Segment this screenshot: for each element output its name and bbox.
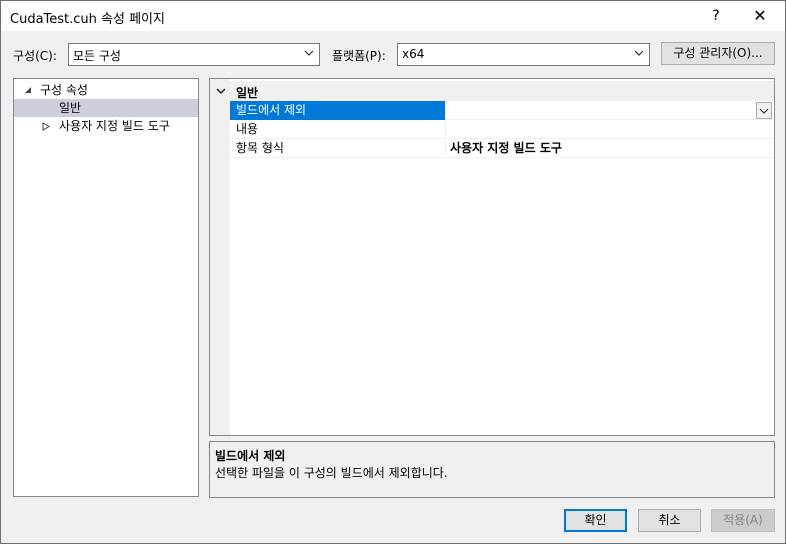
close-button[interactable]: ✕ <box>739 1 781 31</box>
property-tree: 구성 속성 일반 사용자 지정 빌드 도구 <box>13 78 199 497</box>
property-value[interactable]: 사용자 지정 빌드 도구 <box>446 139 774 158</box>
description-text: 선택한 파일을 이 구성의 빌드에서 제외합니다. <box>215 466 448 480</box>
property-grid: 일반 빌드에서 제외 내용 항목 형식 사용자 지정 빌드 도구 <box>209 78 775 436</box>
window-title: CudaTest.cuh 속성 페이지 <box>10 12 165 27</box>
tree-item-label: 구성 속성 <box>40 83 88 97</box>
grid-category-general[interactable]: 일반 <box>210 81 774 101</box>
property-name[interactable]: 내용 <box>230 120 446 139</box>
property-row-content[interactable]: 내용 <box>230 120 774 139</box>
property-value-dropdown[interactable] <box>446 101 774 120</box>
grid-gutter <box>210 79 230 435</box>
dropdown-button[interactable] <box>756 102 772 119</box>
tree-item-config-properties[interactable]: 구성 속성 <box>14 81 198 99</box>
tree-item-custom-build-tool[interactable]: 사용자 지정 빌드 도구 <box>14 117 198 135</box>
collapsed-triangle-icon[interactable] <box>42 122 50 131</box>
property-pages-dialog: CudaTest.cuh 속성 페이지 ? ✕ 구성(C): 모든 구성 플랫폼… <box>0 0 786 544</box>
chevron-down-icon <box>759 108 769 114</box>
platform-value: x64 <box>402 47 425 61</box>
chevron-down-icon[interactable] <box>216 87 226 95</box>
grid-category-label: 일반 <box>236 86 259 100</box>
platform-label: 플랫폼(P): <box>332 49 386 63</box>
help-button[interactable]: ? <box>695 1 737 31</box>
property-row-exclude-from-build[interactable]: 빌드에서 제외 <box>230 101 774 120</box>
property-value[interactable] <box>446 120 774 139</box>
description-pane: 빌드에서 제외 선택한 파일을 이 구성의 빌드에서 제외합니다. <box>209 441 775 498</box>
tree-item-label: 사용자 지정 빌드 도구 <box>59 119 170 133</box>
property-name[interactable]: 항목 형식 <box>230 139 446 158</box>
cancel-button[interactable]: 취소 <box>638 509 701 532</box>
config-value: 모든 구성 <box>73 49 121 63</box>
property-name[interactable]: 빌드에서 제외 <box>230 101 446 120</box>
description-title: 빌드에서 제외 <box>215 449 286 463</box>
property-row-item-type[interactable]: 항목 형식 사용자 지정 빌드 도구 <box>230 139 774 158</box>
config-manager-button[interactable]: 구성 관리자(O)... <box>661 42 775 65</box>
config-label: 구성(C): <box>13 49 57 63</box>
chevron-down-icon <box>304 50 314 56</box>
config-dropdown[interactable]: 모든 구성 <box>68 43 320 66</box>
expanded-triangle-icon[interactable] <box>24 86 32 94</box>
platform-dropdown[interactable]: x64 <box>397 43 650 66</box>
title-bar: CudaTest.cuh 속성 페이지 ? ✕ <box>1 1 785 31</box>
tree-item-label: 일반 <box>59 101 82 115</box>
ok-button[interactable]: 확인 <box>564 509 627 532</box>
tree-item-general[interactable]: 일반 <box>14 99 198 117</box>
apply-button[interactable]: 적용(A) <box>711 509 775 532</box>
chevron-down-icon <box>634 50 644 56</box>
